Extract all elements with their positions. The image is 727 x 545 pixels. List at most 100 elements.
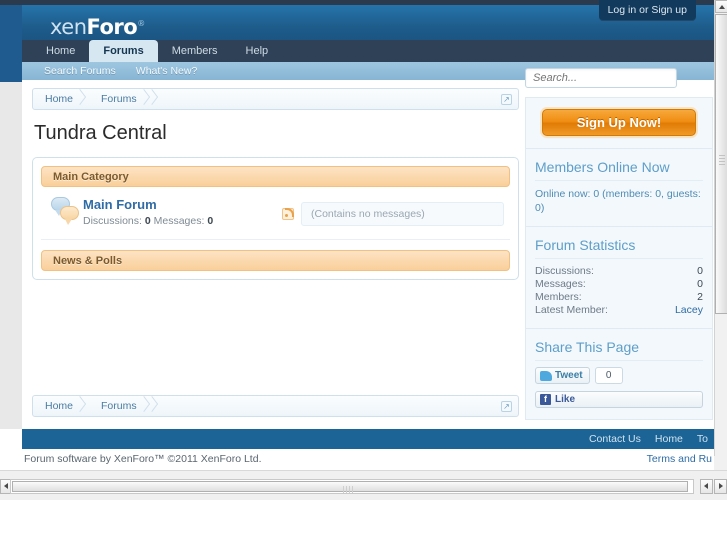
horizontal-scrollbar-area[interactable] <box>0 470 727 500</box>
stat-label: Members: <box>535 291 582 303</box>
forum-node-list: Main Category Main Forum Discussions: 0 … <box>32 157 519 280</box>
stat-value: 2 <box>697 291 703 303</box>
breadcrumb-bottom-item-home[interactable]: Home <box>33 396 89 416</box>
copyright-text: Forum software by XenForo™ ©2011 XenForo… <box>24 453 262 465</box>
breadcrumb-item-home[interactable]: Home <box>33 89 89 109</box>
page-viewport: xenForo® Log in or Sign up Home Forums M… <box>0 0 714 470</box>
last-post-text: (Contains no messages) <box>301 202 504 226</box>
triangle-up-icon <box>719 5 725 9</box>
open-popup-icon[interactable]: ↗ <box>501 94 512 105</box>
scroll-up-button[interactable] <box>715 0 727 13</box>
footer-link-top[interactable]: To <box>697 433 708 445</box>
members-online-text: Online now: 0 (members: 0, guests: 0) <box>535 188 701 214</box>
stat-label: Discussions: <box>535 265 594 277</box>
subnav-whats-new[interactable]: What's New? <box>126 62 208 80</box>
tweet-count: 0 <box>594 367 623 384</box>
subnav-search-forums[interactable]: Search Forums <box>34 62 126 80</box>
breadcrumb-bottom-item-forums[interactable]: Forums <box>89 396 153 416</box>
page-wrapper: xenForo® Log in or Sign up Home Forums M… <box>0 0 714 470</box>
facebook-icon: f <box>540 394 551 405</box>
vertical-scrollbar[interactable] <box>714 0 727 470</box>
forum-row[interactable]: Main Forum Discussions: 0 Messages: 0 (C… <box>41 187 510 240</box>
page-body: Home Forums ↗ Tundra Central Main Catego… <box>22 68 714 429</box>
forum-info: Main Forum Discussions: 0 Messages: 0 <box>83 197 282 227</box>
breadcrumb-top: Home Forums ↗ <box>32 88 519 110</box>
stat-value: 0 <box>697 278 703 290</box>
scroll-right-button[interactable] <box>714 479 727 494</box>
tab-forums[interactable]: Forums <box>89 40 158 62</box>
open-popup-icon-bottom[interactable]: ↗ <box>501 401 512 412</box>
left-gutter-footer <box>0 429 22 470</box>
tab-members[interactable]: Members <box>158 40 232 62</box>
scroll-left-button-secondary[interactable] <box>700 479 713 494</box>
h-scroll-grip-icon <box>343 486 355 493</box>
stat-label: Messages: <box>535 278 586 290</box>
stat-row-messages: Messages: 0 <box>535 278 703 291</box>
login-signup-button[interactable]: Log in or Sign up <box>598 0 696 21</box>
forum-stats: Discussions: 0 Messages: 0 <box>83 215 282 227</box>
logo-text-light: xen <box>50 15 87 39</box>
horizontal-scroll-thumb[interactable] <box>12 481 688 493</box>
tweet-label: Tweet <box>555 370 583 381</box>
footer-link-home[interactable]: Home <box>655 433 683 445</box>
breadcrumb-bottom: Home Forums ↗ <box>32 395 519 417</box>
twitter-bird-icon <box>540 370 552 381</box>
content-column: Home Forums ↗ Tundra Central Main Catego… <box>32 88 519 280</box>
stat-value: 0 <box>697 265 703 277</box>
bubble-orange-icon <box>60 206 79 225</box>
page-bottom-blank <box>0 500 727 545</box>
triangle-left-icon-2 <box>704 483 708 489</box>
share-this-page-heading: Share This Page <box>535 339 703 361</box>
stat-row-latest-member: Latest Member: Lacey <box>535 304 703 317</box>
search-input[interactable] <box>525 68 677 88</box>
site-header: xenForo® Log in or Sign up <box>22 0 714 45</box>
triangle-left-icon <box>4 483 8 489</box>
rss-icon[interactable] <box>282 208 294 220</box>
scrollbar-corner <box>714 456 727 470</box>
latest-member-link[interactable]: Lacey <box>675 304 703 317</box>
stat-label: Latest Member: <box>535 304 608 316</box>
stats-discussions-label: Discussions: <box>83 215 145 227</box>
sign-up-now-button[interactable]: Sign Up Now! <box>542 109 696 136</box>
page-title: Tundra Central <box>34 122 167 144</box>
nav-tabs: Home Forums Members Help <box>32 40 282 62</box>
tab-home[interactable]: Home <box>32 40 89 62</box>
sidebar-share-block: Share This Page Tweet 0 f Like <box>525 329 713 420</box>
vertical-scroll-thumb[interactable] <box>715 14 727 314</box>
terms-and-rules-link[interactable]: Terms and Ru <box>647 453 712 465</box>
stats-messages-label: Messages: <box>150 215 208 227</box>
left-gutter-header <box>0 5 22 82</box>
facebook-like-button[interactable]: f Like <box>535 391 703 408</box>
category-header-news-polls[interactable]: News & Polls <box>41 250 510 271</box>
stat-row-members: Members: 2 <box>535 291 703 304</box>
stat-row-discussions: Discussions: 0 <box>535 265 703 278</box>
horizontal-scroll-track[interactable] <box>10 479 694 494</box>
breadcrumb-item-forums[interactable]: Forums <box>89 89 153 109</box>
breadcrumb-bottom-tail <box>153 396 177 416</box>
main-navbar: Home Forums Members Help <box>22 40 714 62</box>
site-logo[interactable]: xenForo® <box>50 15 145 39</box>
tweet-row: Tweet 0 <box>535 367 703 384</box>
breadcrumb-tail <box>153 89 177 109</box>
logo-text-bold: Foro <box>86 15 138 39</box>
footer-bar: Contact Us Home To <box>22 429 714 449</box>
scroll-grip-icon <box>719 155 725 167</box>
tweet-button[interactable]: Tweet <box>535 367 590 384</box>
forum-title-link[interactable]: Main Forum <box>83 197 282 213</box>
footer-link-contact-us[interactable]: Contact Us <box>589 433 641 445</box>
sidebar-members-online-block: Members Online Now Online now: 0 (member… <box>525 149 713 227</box>
forum-last-post: (Contains no messages) <box>282 197 504 226</box>
copyright-bar: Forum software by XenForo™ ©2011 XenForo… <box>22 449 714 470</box>
breadcrumb-bottom-wrapper: Home Forums ↗ <box>32 395 519 417</box>
tab-help[interactable]: Help <box>232 40 283 62</box>
footer-links: Contact Us Home To <box>589 429 708 449</box>
like-label: Like <box>555 394 576 405</box>
members-online-heading: Members Online Now <box>535 159 703 181</box>
forum-statistics-heading: Forum Statistics <box>535 237 703 259</box>
category-header-main-category[interactable]: Main Category <box>41 166 510 187</box>
triangle-right-icon <box>719 483 723 489</box>
logo-trademark: ® <box>137 19 145 28</box>
sidebar-forum-statistics-block: Forum Statistics Discussions: 0 Messages… <box>525 227 713 329</box>
stats-messages-value: 0 <box>207 215 214 227</box>
left-gutter <box>0 82 22 429</box>
